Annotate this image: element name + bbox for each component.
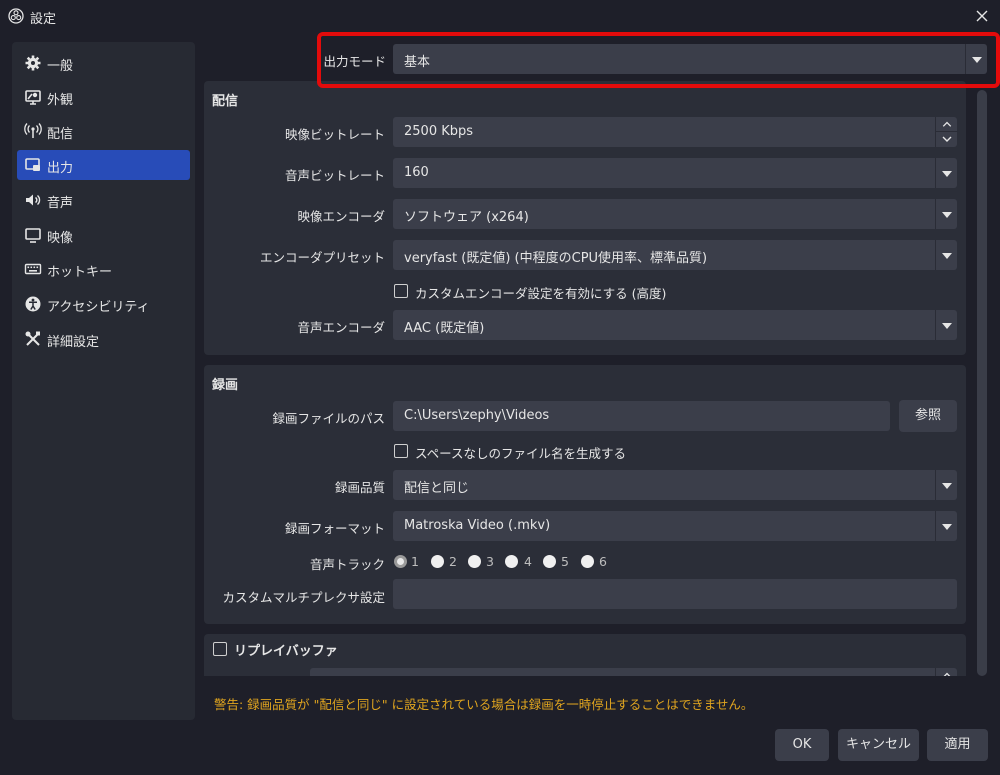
replay-buffer-label: リプレイバッファ <box>234 644 338 659</box>
recording-format-label: 録画フォーマット <box>284 521 385 536</box>
close-icon[interactable] <box>972 6 992 26</box>
audio-track-radio-6[interactable] <box>581 555 594 568</box>
output-icon <box>25 158 40 171</box>
scrollbar[interactable] <box>977 90 987 676</box>
chevron-up-icon[interactable] <box>936 117 958 132</box>
sidebar-item-stream[interactable]: 配信 <box>17 116 190 146</box>
muxer-settings-label: カスタムマルチプレクサ設定 <box>222 590 385 605</box>
custom-encoder-checkbox-label: カスタムエンコーダ設定を有効にする (高度) <box>415 286 667 301</box>
sidebar-item-video[interactable]: 映像 <box>17 220 190 250</box>
sidebar-item-label: 外観 <box>47 93 74 108</box>
sidebar-item-label: ホットキー <box>47 265 113 280</box>
chevron-down-icon <box>935 199 957 229</box>
audio-track-radio-3[interactable] <box>468 555 481 568</box>
audio-track-label: 音声トラック <box>309 557 385 572</box>
sidebar-item-label: アクセシビリティ <box>47 300 150 315</box>
settings-sidebar: 一般 外観 配信 出力 音声 映像 ホットキー アクセシビリティ 詳細設定 <box>12 42 195 720</box>
chevron-down-icon <box>935 158 957 188</box>
audio-track-radio-1[interactable] <box>394 555 407 568</box>
chevron-down-icon <box>935 240 957 270</box>
audio-track-radio-label: 1 <box>411 554 419 569</box>
settings-content: 配信 映像ビットレート 2500 Kbps 音声ビットレート 160 映像エンコ… <box>204 36 988 676</box>
sidebar-item-appearance[interactable]: 外観 <box>17 82 190 112</box>
chevron-down-icon[interactable] <box>936 132 958 147</box>
encoder-preset-label: エンコーダプリセット <box>259 250 385 265</box>
sidebar-item-label: 詳細設定 <box>47 335 100 350</box>
streaming-group-title: 配信 <box>212 94 239 109</box>
recording-quality-label: 録画品質 <box>334 480 385 495</box>
audio-track-radio-5[interactable] <box>543 555 556 568</box>
recording-quality-select[interactable]: 配信と同じ <box>393 470 957 500</box>
sidebar-item-label: 音声 <box>47 196 74 211</box>
replay-buffer-field[interactable] <box>310 668 957 676</box>
audio-track-radio-label: 4 <box>524 554 532 569</box>
apply-button[interactable]: 適用 <box>927 729 988 761</box>
sidebar-item-general[interactable]: 一般 <box>17 48 190 78</box>
audio-bitrate-select[interactable]: 160 <box>393 158 957 188</box>
streaming-group: 配信 映像ビットレート 2500 Kbps 音声ビットレート 160 映像エンコ… <box>204 81 966 355</box>
accessibility-icon <box>25 296 41 312</box>
chevron-down-icon <box>935 511 957 541</box>
title-bar: 設定 <box>0 0 1000 32</box>
sidebar-item-advanced[interactable]: 詳細設定 <box>17 324 190 354</box>
obs-logo-icon <box>8 8 24 24</box>
recording-path-label: 録画ファイルのパス <box>272 411 385 426</box>
video-bitrate-label: 映像ビットレート <box>284 127 385 142</box>
appearance-icon <box>25 90 41 105</box>
sidebar-item-label: 一般 <box>47 59 74 74</box>
audio-track-radio-label: 2 <box>449 554 457 569</box>
audio-track-radio-label: 5 <box>561 554 569 569</box>
chevron-up-icon[interactable] <box>936 668 958 676</box>
broadcast-icon <box>24 123 42 138</box>
warning-text: 警告: 録画品質が "配信と同じ" に設定されている場合は録画を一時停止すること… <box>214 697 754 712</box>
audio-track-radio-label: 3 <box>486 554 494 569</box>
replay-buffer-group: リプレイバッファ <box>204 634 966 676</box>
replay-buffer-checkbox[interactable] <box>213 642 227 656</box>
no-space-filename-checkbox[interactable] <box>394 444 408 458</box>
audio-track-radio-2[interactable] <box>431 555 444 568</box>
sidebar-item-hotkeys[interactable]: ホットキー <box>17 254 190 284</box>
keyboard-icon <box>24 263 42 275</box>
recording-group: 録画 録画ファイルのパス C:\Users\zephy\Videos 参照 スペ… <box>204 365 966 624</box>
gear-icon <box>25 55 41 71</box>
ok-button[interactable]: OK <box>775 729 829 761</box>
window-title: 設定 <box>30 12 57 27</box>
sidebar-item-accessibility[interactable]: アクセシビリティ <box>17 289 190 319</box>
audio-encoder-select[interactable]: AAC (既定値) <box>393 310 957 340</box>
tools-icon <box>25 331 40 346</box>
sidebar-item-audio[interactable]: 音声 <box>17 185 190 215</box>
browse-button[interactable]: 参照 <box>899 400 957 432</box>
chevron-down-icon <box>935 470 957 500</box>
sidebar-item-output[interactable]: 出力 <box>17 150 190 180</box>
monitor-icon <box>25 228 41 243</box>
video-encoder-select[interactable]: ソフトウェア (x264) <box>393 199 957 229</box>
video-bitrate-spinbox[interactable]: 2500 Kbps <box>393 117 958 147</box>
video-encoder-label: 映像エンコーダ <box>297 209 385 224</box>
audio-track-radio-label: 6 <box>599 554 607 569</box>
encoder-preset-select[interactable]: veryfast (既定値) (中程度のCPU使用率、標準品質) <box>393 240 957 270</box>
recording-path-input[interactable]: C:\Users\zephy\Videos <box>393 401 890 431</box>
audio-encoder-label: 音声エンコーダ <box>297 320 385 335</box>
muxer-settings-input[interactable] <box>393 579 957 609</box>
chevron-down-icon <box>935 310 957 340</box>
no-space-filename-checkbox-label: スペースなしのファイル名を生成する <box>415 446 627 461</box>
custom-encoder-checkbox[interactable] <box>394 284 408 298</box>
audio-bitrate-label: 音声ビットレート <box>284 168 385 183</box>
speaker-icon <box>26 194 41 206</box>
audio-track-radio-4[interactable] <box>505 555 518 568</box>
sidebar-item-label: 配信 <box>47 127 74 142</box>
sidebar-item-label: 映像 <box>47 231 74 246</box>
recording-format-select[interactable]: Matroska Video (.mkv) <box>393 511 957 541</box>
cancel-button[interactable]: キャンセル <box>838 729 919 761</box>
recording-group-title: 録画 <box>212 378 239 393</box>
sidebar-item-label: 出力 <box>47 161 74 176</box>
